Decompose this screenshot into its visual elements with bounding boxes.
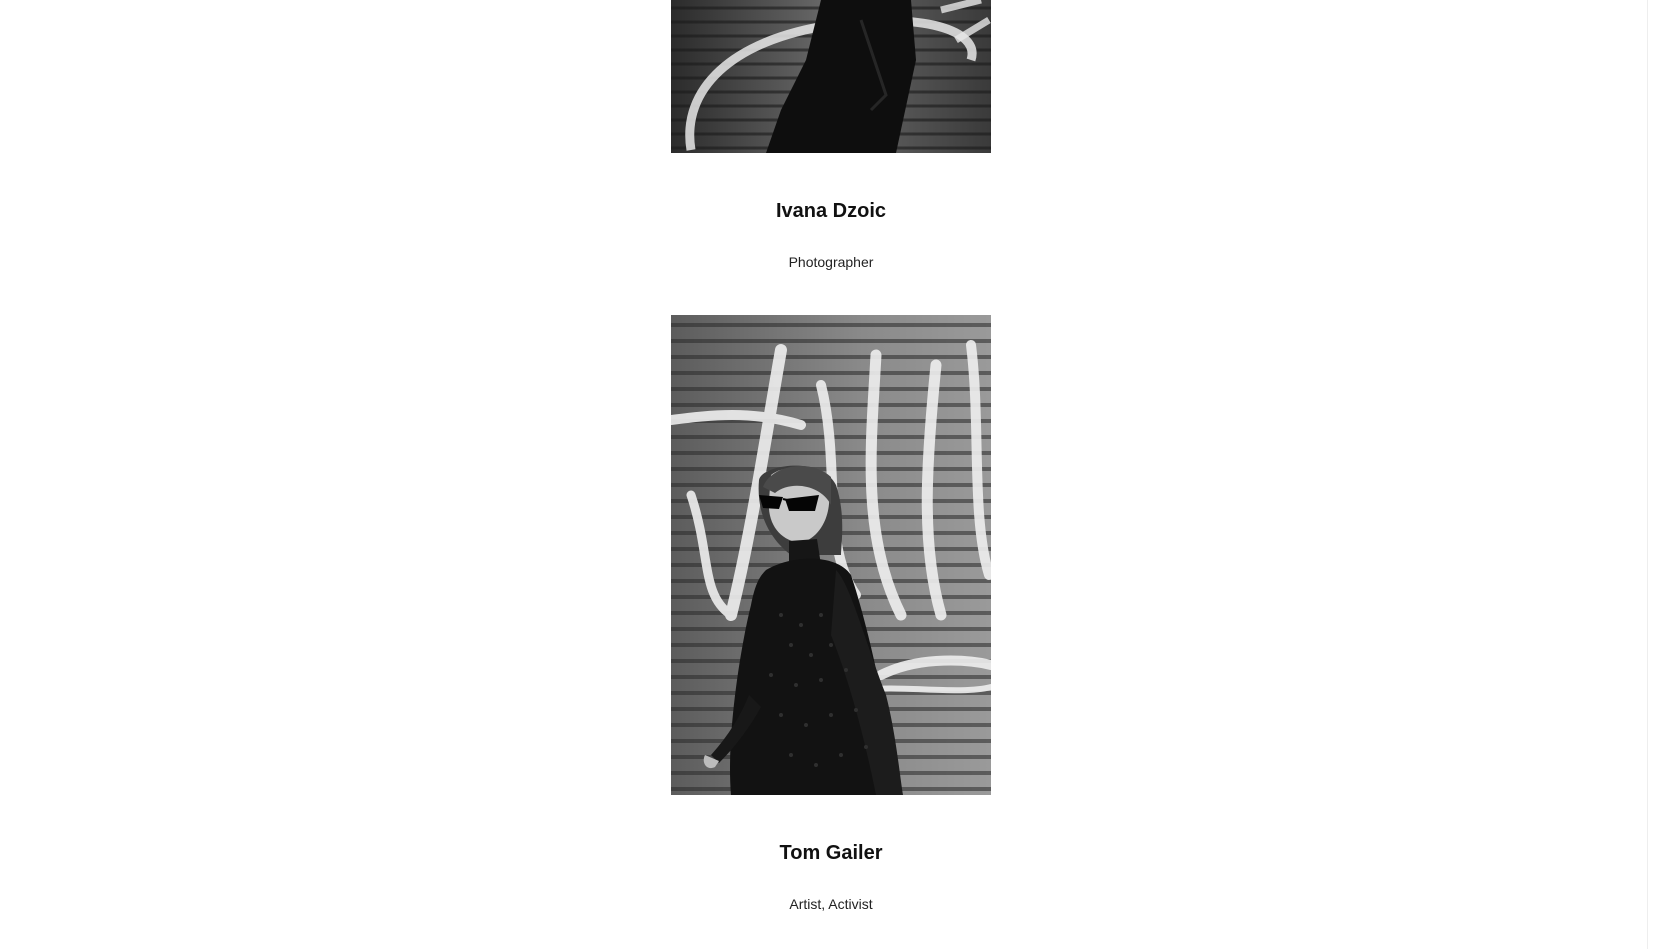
woman-sunglasses-graffiti-image [671,315,991,795]
team-member-photo[interactable] [671,315,991,795]
team-member-photo[interactable] [671,0,991,153]
vertical-scrollbar[interactable] [1647,0,1664,949]
graffiti-shutter-image [671,0,991,153]
team-member-name: Ivana Dzoic [775,200,887,222]
team-page: Ivana Dzoic Photographer Tom Gailer Arti… [0,0,1664,949]
team-member-role: Photographer [788,254,874,270]
team-member-name: Tom Gailer [779,842,883,864]
team-member-role: Artist, Activist [789,896,873,912]
